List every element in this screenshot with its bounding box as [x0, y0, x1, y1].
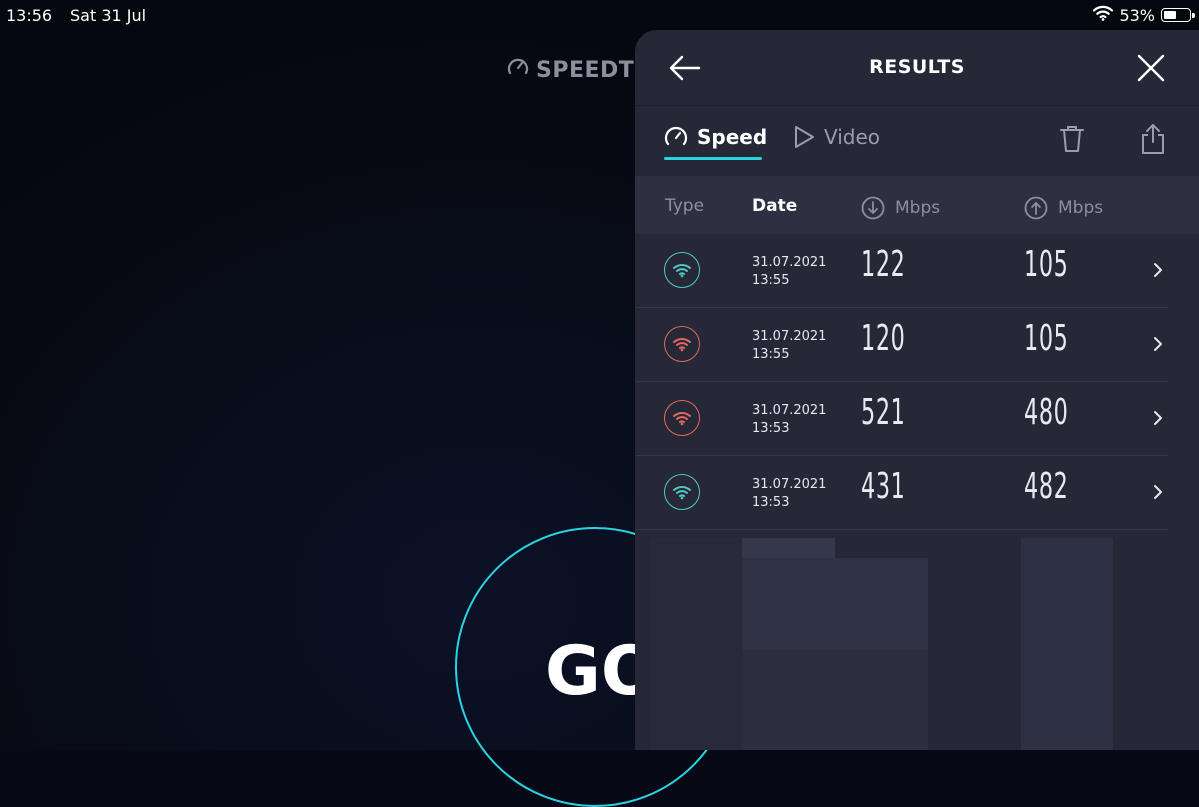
result-date: 31.07.2021: [752, 329, 827, 344]
upload-icon: [1024, 196, 1048, 220]
speedtest-logo: SPEEDT: [506, 55, 634, 85]
result-datetime: 31.07.2021 13:55: [752, 254, 826, 290]
battery-icon: [1161, 8, 1195, 22]
result-date: 31.07.2021: [752, 255, 827, 270]
column-type[interactable]: Type: [665, 196, 704, 216]
gauge-icon: [506, 55, 530, 85]
gauge-icon: [664, 126, 688, 146]
placeholder-block: [650, 538, 742, 750]
results-list: 31.07.2021 13:55 122 105 31.07.2021 13:5…: [635, 234, 1199, 530]
status-time: 13:56: [6, 6, 53, 25]
brand-text: SPEEDT: [536, 57, 635, 83]
tab-bar: Speed Video: [635, 106, 1199, 176]
result-datetime: 31.07.2021 13:53: [752, 476, 826, 512]
column-date[interactable]: Date: [752, 196, 797, 216]
result-upload: 105: [1024, 244, 1069, 285]
column-download-label: Mbps: [895, 198, 941, 218]
result-time: 13:55: [752, 347, 790, 362]
result-download: 431: [861, 466, 906, 507]
result-row[interactable]: 31.07.2021 13:53 521 480: [635, 382, 1168, 456]
chevron-right-icon: [1148, 480, 1168, 504]
result-download: 122: [861, 244, 906, 285]
result-datetime: 31.07.2021 13:53: [752, 402, 826, 438]
result-time: 13:53: [752, 421, 790, 436]
placeholder-block: [1021, 538, 1113, 750]
wifi-icon: [1093, 5, 1114, 25]
active-tab-indicator: [664, 157, 762, 160]
result-date: 31.07.2021: [752, 477, 827, 492]
connection-type-icon: [664, 326, 700, 362]
tab-video[interactable]: Video: [792, 124, 880, 150]
table-header: Type Date Mbps Mbps: [635, 176, 1199, 234]
status-date: Sat 31 Jul: [70, 6, 147, 25]
result-download: 521: [861, 392, 906, 433]
result-row[interactable]: 31.07.2021 13:55 122 105: [635, 234, 1168, 308]
result-time: 13:53: [752, 495, 790, 510]
chevron-right-icon: [1148, 332, 1168, 356]
panel-header: RESULTS: [635, 30, 1199, 106]
tab-speed-label: Speed: [697, 125, 768, 149]
tab-speed[interactable]: Speed: [663, 124, 767, 150]
delete-button[interactable]: [1057, 124, 1087, 154]
tab-video-label: Video: [824, 125, 881, 149]
close-icon: [1137, 54, 1165, 82]
download-icon: [861, 196, 885, 220]
column-upload[interactable]: Mbps: [1024, 196, 1103, 220]
result-datetime: 31.07.2021 13:55: [752, 328, 826, 364]
column-download[interactable]: Mbps: [861, 196, 940, 220]
placeholder-block: [742, 650, 928, 750]
column-upload-label: Mbps: [1058, 198, 1104, 218]
result-row[interactable]: 31.07.2021 13:55 120 105: [635, 308, 1168, 382]
placeholder-block: [742, 538, 835, 558]
result-upload: 105: [1024, 318, 1069, 359]
result-time: 13:55: [752, 273, 790, 288]
share-icon: [1142, 124, 1164, 154]
chevron-right-icon: [1148, 258, 1168, 282]
status-bar: 13:56 Sat 31 Jul 53%: [0, 0, 1199, 30]
result-date: 31.07.2021: [752, 403, 827, 418]
close-button[interactable]: [1133, 50, 1169, 86]
chevron-right-icon: [1148, 406, 1168, 430]
connection-type-icon: [664, 252, 700, 288]
status-right: 53%: [1093, 5, 1195, 25]
battery-percent: 53%: [1119, 5, 1155, 25]
results-panel: RESULTS Speed Video Type Date Mbps Mbps …: [635, 30, 1199, 750]
connection-type-icon: [664, 474, 700, 510]
result-upload: 482: [1024, 466, 1069, 507]
trash-icon: [1060, 126, 1084, 152]
result-row[interactable]: 31.07.2021 13:53 431 482: [635, 456, 1168, 530]
battery-tip: [1192, 13, 1195, 18]
play-icon: [795, 126, 814, 148]
result-download: 120: [861, 318, 906, 359]
placeholder-block: [742, 558, 928, 650]
battery-fill: [1164, 11, 1176, 19]
connection-type-icon: [664, 400, 700, 436]
share-button[interactable]: [1138, 124, 1168, 154]
result-upload: 480: [1024, 392, 1069, 433]
panel-title: RESULTS: [869, 56, 965, 78]
